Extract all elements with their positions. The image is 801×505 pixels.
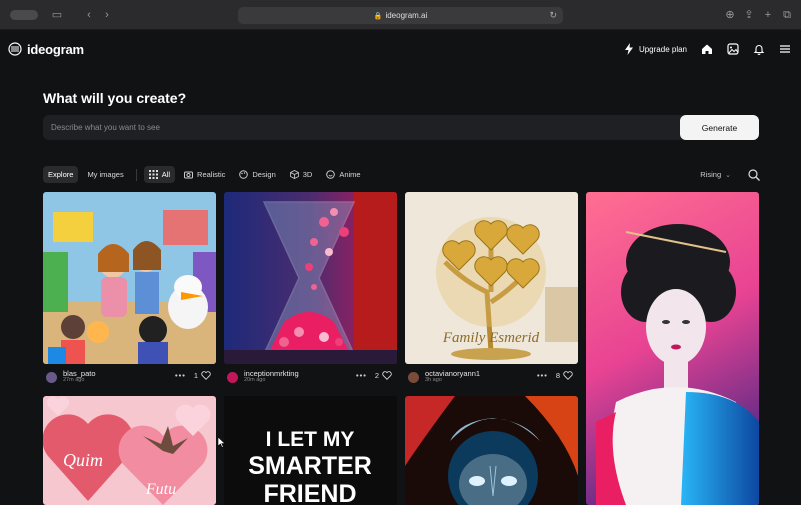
lightning-icon <box>624 43 633 55</box>
like-button[interactable]: 2 <box>375 371 392 380</box>
more-options-icon[interactable]: ••• <box>537 371 548 380</box>
filter-anime[interactable]: Anime <box>321 166 365 183</box>
filter-3d-label: 3D <box>302 170 313 179</box>
like-count: 8 <box>555 371 560 380</box>
tab-my-images[interactable]: My images <box>82 166 128 183</box>
ideogram-logo-icon <box>8 42 22 56</box>
family-banner-text: Family Esmerid <box>442 330 540 346</box>
avatar[interactable] <box>46 371 57 383</box>
poster-line-3: FRIEND <box>263 480 356 505</box>
poster-line-2: SMARTER <box>248 452 372 480</box>
filter-realistic[interactable]: Realistic <box>179 166 230 183</box>
bell-icon[interactable] <box>753 43 765 55</box>
image-card-poster[interactable]: I LET MY SMARTER FRIEND <box>224 396 397 505</box>
generate-button[interactable]: Generate <box>680 115 759 140</box>
more-options-icon[interactable]: ••• <box>175 371 186 380</box>
image-card-hourglass[interactable] <box>224 192 397 364</box>
filter-anime-label: Anime <box>339 170 361 179</box>
card-meta-2: inceptionmrkting 20m ago ••• 2 <box>227 368 392 386</box>
classroom-image <box>43 192 216 364</box>
window-controls[interactable] <box>10 10 38 20</box>
search-icon[interactable] <box>747 168 761 182</box>
gallery-icon[interactable] <box>727 43 739 55</box>
like-count: 1 <box>193 371 198 380</box>
post-age: 3h ago <box>425 377 442 384</box>
reload-icon[interactable]: ↻ <box>549 7 557 24</box>
post-age: 20m ago <box>244 377 266 384</box>
share-icon[interactable]: ⇪ <box>742 8 756 22</box>
smiley-icon <box>326 170 336 179</box>
post-age: 27m ago <box>63 377 85 384</box>
header-actions: Upgrade plan <box>623 40 791 58</box>
cube-icon <box>289 170 299 179</box>
tab-explore[interactable]: Explore <box>43 166 79 183</box>
upgrade-plan-button[interactable]: Upgrade plan <box>623 43 687 55</box>
poster-image: I LET MY SMARTER FRIEND <box>224 396 397 505</box>
forward-icon[interactable]: › <box>100 8 114 22</box>
back-icon[interactable]: ‹ <box>82 8 96 22</box>
poster-line-1: I LET MY <box>266 428 355 451</box>
app-logo[interactable]: ideogram <box>8 40 84 58</box>
filter-all[interactable]: All <box>143 166 176 183</box>
page-title: What will you create? <box>43 90 187 106</box>
card-meta-3: octavianoryann1 3h ago ••• 8 <box>408 368 573 386</box>
family-tree-image: Family Esmerid <box>405 192 578 364</box>
hourglass-image <box>224 192 397 364</box>
filter-design-label: Design <box>252 170 276 179</box>
tabs-overview-icon[interactable]: ⧉ <box>780 8 794 22</box>
sort-dropdown[interactable]: Rising ⌄ <box>700 166 731 183</box>
palette-icon <box>239 170 249 179</box>
filter-design[interactable]: Design <box>234 166 280 183</box>
heart-name-text-2: Futu <box>145 481 176 498</box>
image-card-hearts[interactable]: Quim Futu <box>43 396 216 505</box>
image-card-geisha[interactable] <box>586 192 759 505</box>
home-icon[interactable] <box>701 43 713 55</box>
image-card-fantasy-face[interactable] <box>405 396 578 505</box>
filter-divider <box>135 168 137 181</box>
geisha-image <box>586 192 759 505</box>
filter-bar: Explore My images All Realistic Design 3… <box>43 166 366 183</box>
url-text: ideogram.ai <box>385 11 428 20</box>
like-count: 2 <box>374 371 379 380</box>
avatar[interactable] <box>408 371 419 383</box>
address-bar[interactable]: 🔒 ideogram.ai ↻ <box>238 7 563 24</box>
tab-my-images-label: My images <box>87 170 124 179</box>
sidebar-icon[interactable]: ▭ <box>50 8 64 22</box>
like-button[interactable]: 8 <box>556 371 573 380</box>
image-card-classroom[interactable] <box>43 192 216 364</box>
hearts-image: Quim Futu <box>43 396 216 505</box>
filter-3d[interactable]: 3D <box>285 166 318 183</box>
avatar[interactable] <box>227 371 238 383</box>
like-button[interactable]: 1 <box>194 371 211 380</box>
grid-icon <box>148 170 158 179</box>
upgrade-plan-label: Upgrade plan <box>638 44 687 54</box>
filter-realistic-label: Realistic <box>197 170 226 179</box>
prompt-input[interactable] <box>51 115 671 140</box>
menu-icon[interactable] <box>779 43 791 55</box>
chevron-down-icon: ⌄ <box>725 171 731 179</box>
camera-icon <box>184 171 194 179</box>
mouse-cursor-icon <box>218 437 226 448</box>
heart-icon <box>201 371 211 380</box>
browser-toolbar: ▭ ‹ › 🔒 ideogram.ai ↻ ⊕ ⇪ + ⧉ <box>0 0 801 30</box>
tab-explore-label: Explore <box>48 170 74 179</box>
heart-icon <box>382 371 392 380</box>
heart-icon <box>563 371 573 380</box>
more-options-icon[interactable]: ••• <box>356 371 367 380</box>
heart-name-text: Quim <box>63 450 103 470</box>
prompt-bar: Generate <box>43 115 759 140</box>
image-card-family-tree[interactable]: Family Esmerid <box>405 192 578 364</box>
app-name: ideogram <box>27 41 84 57</box>
card-meta-1: blas_pato 27m ago ••• 1 <box>46 368 211 386</box>
new-tab-icon[interactable]: + <box>761 8 775 22</box>
filter-all-label: All <box>161 170 171 179</box>
lock-icon: 🔒 <box>373 13 383 20</box>
fantasy-face-image <box>405 396 578 505</box>
sort-label: Rising <box>700 170 722 179</box>
download-icon[interactable]: ⊕ <box>723 8 737 22</box>
